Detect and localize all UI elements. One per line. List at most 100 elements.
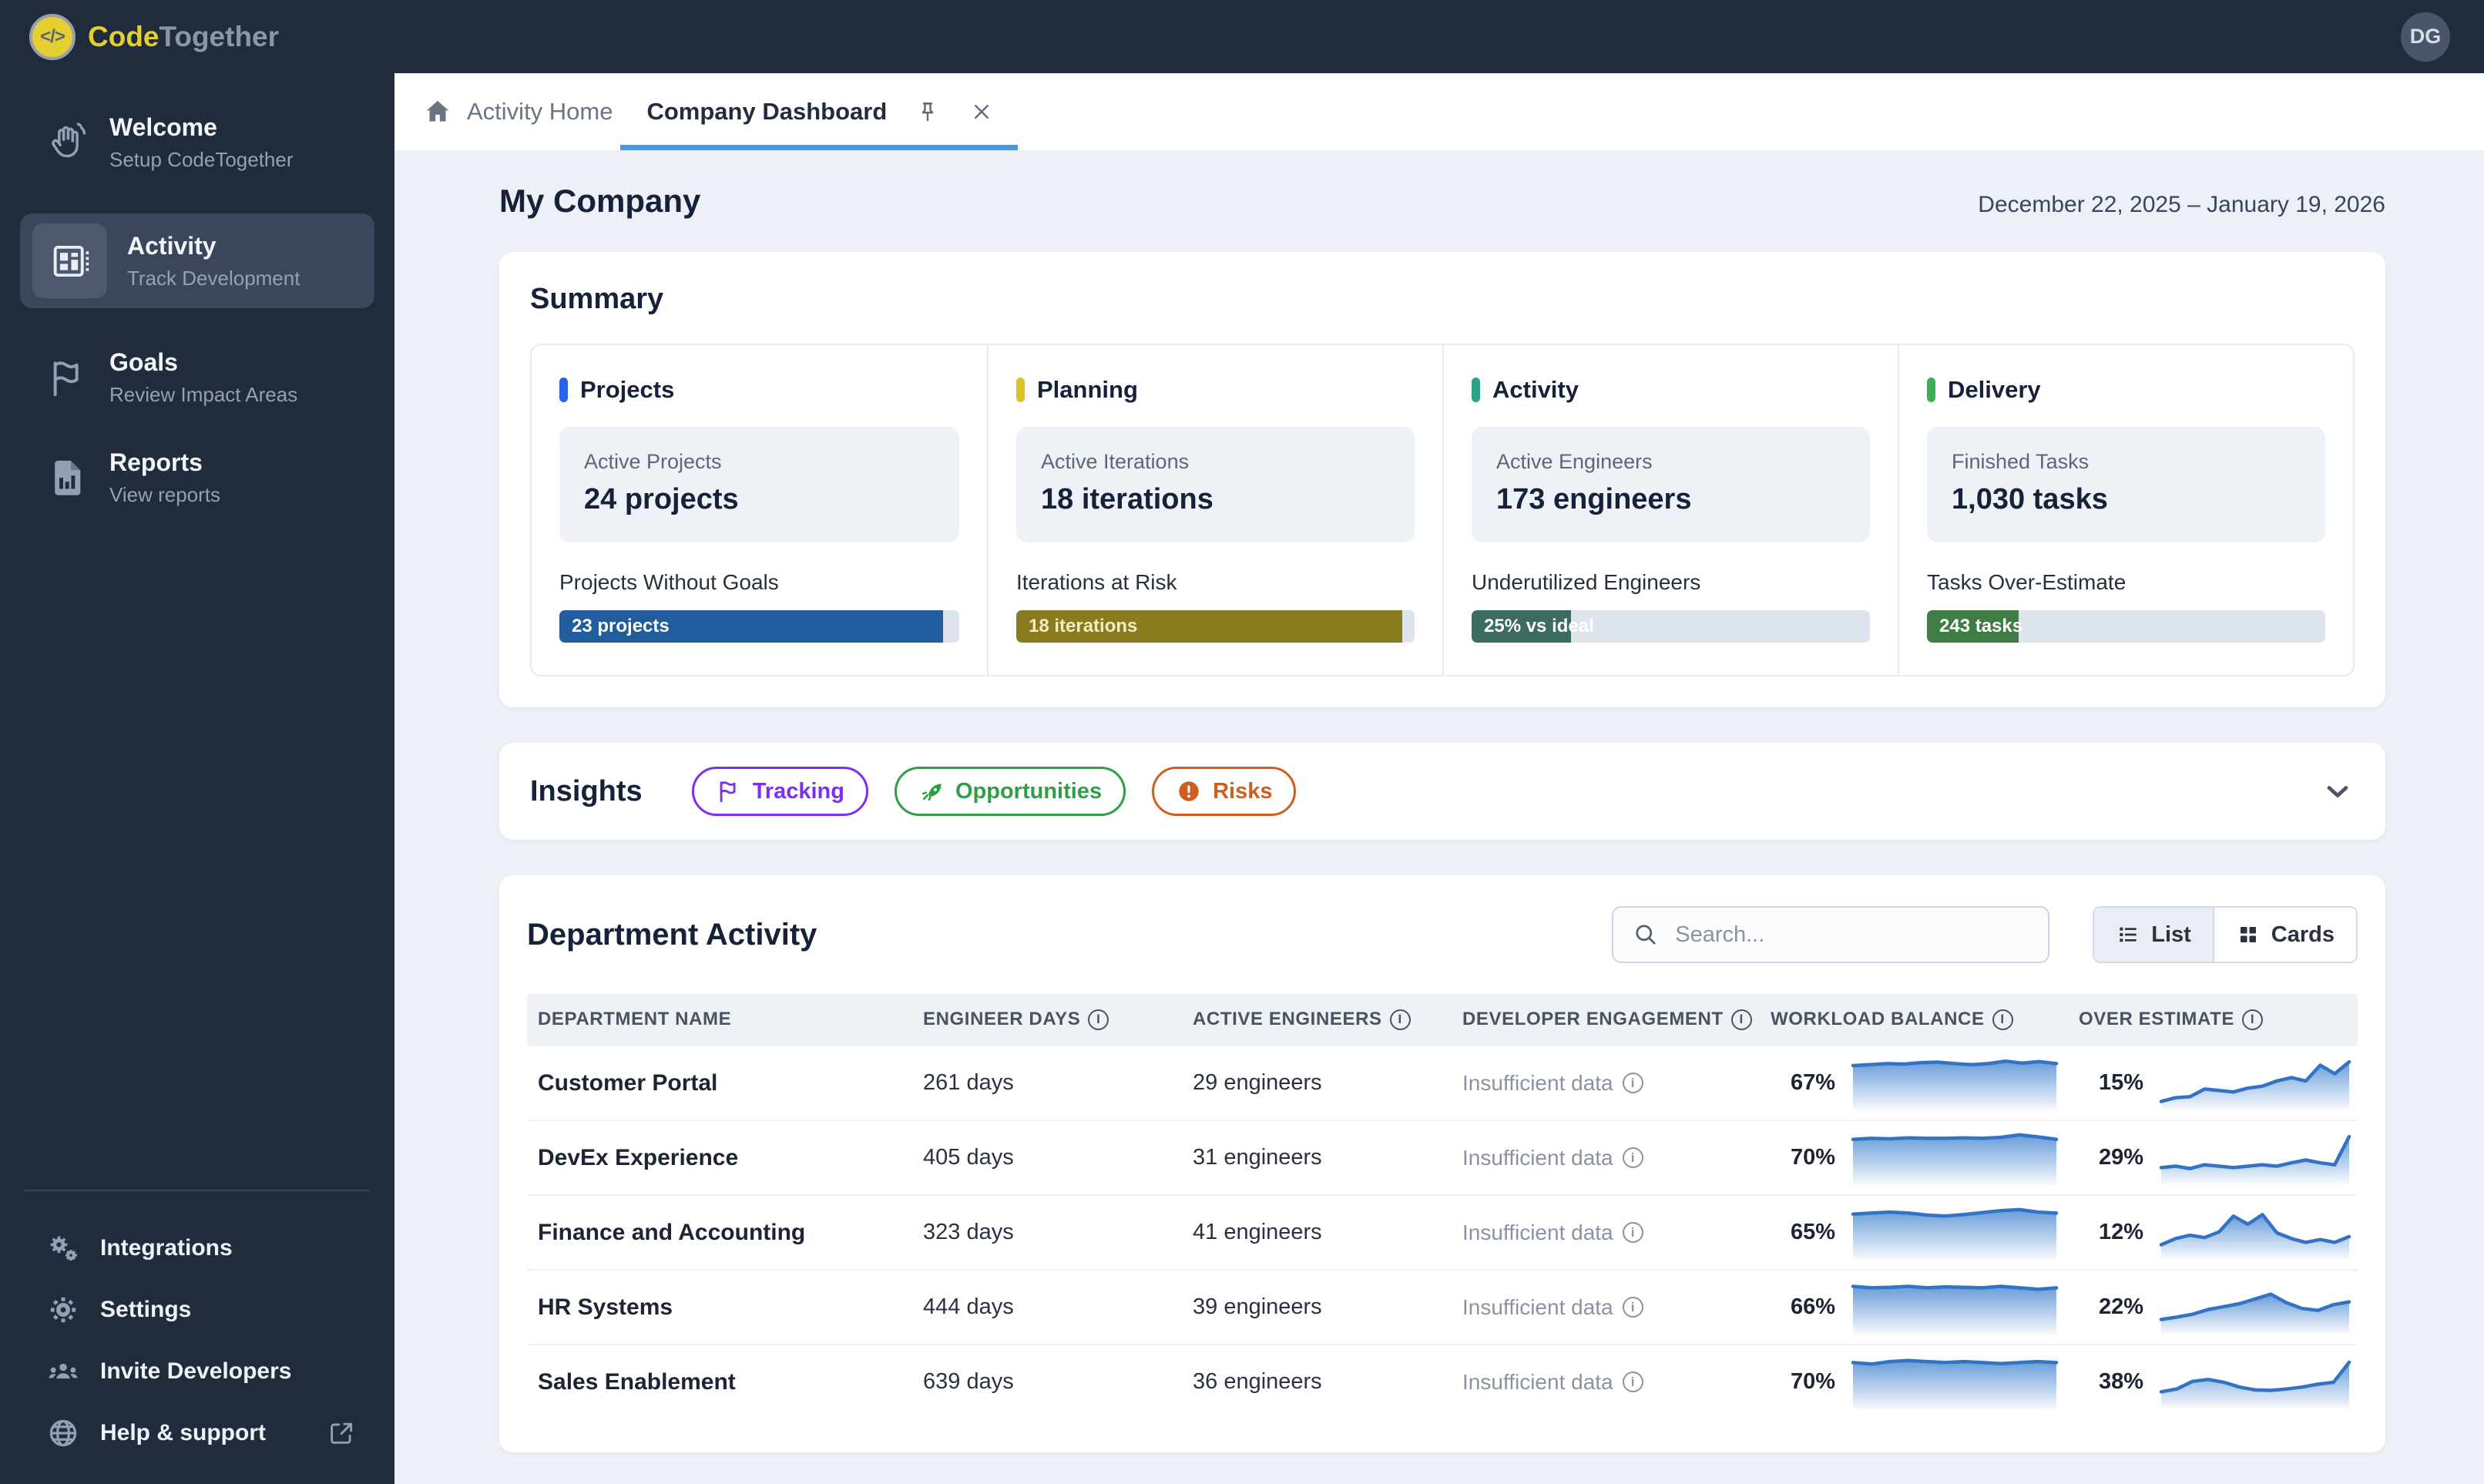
table-header: Department Name Engineer Days i Active En… xyxy=(527,994,2358,1045)
table-row[interactable]: DevEx Experience 405 days 31 engineers I… xyxy=(527,1120,2358,1194)
flag-icon xyxy=(53,361,79,397)
summary-col-activity: Activity Active Engineers 173 engineers … xyxy=(1442,345,1898,675)
gear-icon xyxy=(50,1297,76,1323)
sidebar-item-goals[interactable]: Goals Review Impact Areas xyxy=(20,348,374,407)
workload-percent: 67% xyxy=(1790,1070,1835,1095)
sidebar-item-integrations[interactable]: Integrations xyxy=(20,1217,374,1279)
sidebar-footer-label: Integrations xyxy=(100,1235,233,1261)
workload-balance: 70% xyxy=(1771,1355,2079,1409)
workload-percent: 66% xyxy=(1790,1294,1835,1319)
stat-label: Active Projects xyxy=(584,450,722,473)
sidebar-item-label: Goals xyxy=(109,348,178,376)
bar-title: Underutilized Engineers xyxy=(1472,570,1701,594)
risks-label: Risks xyxy=(1213,778,1273,804)
bar-label: 18 iterations xyxy=(1029,616,1138,636)
sidebar-item-welcome[interactable]: Welcome Setup CodeTogether xyxy=(20,113,374,172)
main-area: Activity Home Company Dashboard My Compa… xyxy=(394,73,2484,1484)
active-tab-indicator xyxy=(620,145,1019,150)
info-icon[interactable]: i xyxy=(1622,1147,1643,1168)
tracking-button[interactable]: Tracking xyxy=(691,767,868,816)
tracking-label: Tracking xyxy=(752,778,844,804)
tab-company-dashboard[interactable]: Company Dashboard xyxy=(613,73,1025,150)
sidebar-item-sub: View reports xyxy=(109,483,221,506)
col-workload-balance: Workload Balance i xyxy=(1771,1009,2079,1030)
stat-value: 24 projects xyxy=(584,483,739,515)
info-icon[interactable]: i xyxy=(1622,1222,1643,1243)
col-developer-engagement: Developer Engagement i xyxy=(1462,1009,1771,1030)
developer-engagement: Insufficient data i xyxy=(1462,1071,1771,1096)
pin-icon[interactable] xyxy=(915,99,941,125)
bar-label: 243 tasks xyxy=(1939,616,2023,636)
info-icon[interactable]: i xyxy=(2242,1009,2264,1030)
developer-engagement: Insufficient data i xyxy=(1462,1370,1771,1395)
sidebar-item-label: Reports xyxy=(109,448,203,476)
user-avatar[interactable]: DG xyxy=(2401,12,2450,62)
alert-icon xyxy=(1179,781,1199,801)
sidebar-item-sub: Review Impact Areas xyxy=(109,383,298,406)
summary-card: Summary Projects Active Projects 24 proj… xyxy=(499,252,2385,707)
list-icon xyxy=(2120,927,2137,942)
department-activity-card: Department Activity List xyxy=(499,875,2385,1452)
sidebar: Welcome Setup CodeTogether Activity Trac… xyxy=(0,73,394,1484)
cards-label: Cards xyxy=(2271,922,2335,947)
search-icon xyxy=(1636,925,1656,945)
progress-bar: 25% vs ideal xyxy=(1472,610,1870,643)
opportunities-button[interactable]: Opportunities xyxy=(894,767,1126,816)
list-view-button[interactable]: List xyxy=(2094,908,2213,962)
date-range: December 22, 2025 – January 19, 2026 xyxy=(1978,192,2385,217)
info-icon[interactable]: i xyxy=(1992,1009,2013,1030)
active-engineers: 36 engineers xyxy=(1193,1369,1322,1394)
search-input[interactable] xyxy=(1675,922,2030,948)
dashboard-content: My Company December 22, 2025 – January 1… xyxy=(394,150,2484,1484)
workload-sparkline xyxy=(1851,1206,2059,1260)
sidebar-item-sub: Setup CodeTogether xyxy=(109,148,294,171)
over-estimate-percent: 15% xyxy=(2098,1070,2143,1095)
workload-percent: 70% xyxy=(1790,1145,1835,1170)
engineer-days: 405 days xyxy=(923,1145,1014,1170)
chevron-down-icon[interactable] xyxy=(2321,774,2355,808)
stat-value: 18 iterations xyxy=(1041,483,1213,515)
col-department-name: Department Name xyxy=(538,1009,732,1029)
sidebar-item-help-support[interactable]: Help & support xyxy=(20,1402,374,1464)
sidebar-item-reports[interactable]: Reports View reports xyxy=(20,448,374,507)
table-row[interactable]: HR Systems 444 days 39 engineers Insuffi… xyxy=(527,1269,2358,1344)
summary-grid: Projects Active Projects 24 projects Pro… xyxy=(530,344,2355,677)
close-tab-icon[interactable] xyxy=(968,99,995,125)
engineer-days: 261 days xyxy=(923,1070,1014,1095)
stat-box: Active Projects 24 projects xyxy=(559,427,959,542)
waving-hand-icon xyxy=(52,123,86,158)
engineer-days: 323 days xyxy=(923,1220,1014,1244)
active-engineers: 39 engineers xyxy=(1193,1294,1322,1319)
table-row[interactable]: Sales Enablement 639 days 36 engineers I… xyxy=(527,1344,2358,1419)
department-name: DevEx Experience xyxy=(538,1144,739,1170)
sidebar-footer-label: Help & support xyxy=(100,1420,266,1445)
info-icon[interactable]: i xyxy=(1622,1297,1643,1318)
table-row[interactable]: Customer Portal 261 days 29 engineers In… xyxy=(527,1045,2358,1120)
over-estimate-percent: 22% xyxy=(2098,1294,2143,1319)
table-row[interactable]: Finance and Accounting 323 days 41 engin… xyxy=(527,1194,2358,1269)
active-engineers: 41 engineers xyxy=(1193,1220,1322,1244)
tab-activity-home[interactable]: Activity Home xyxy=(422,96,613,127)
risks-button[interactable]: Risks xyxy=(1152,767,1297,816)
workload-percent: 65% xyxy=(1790,1220,1835,1244)
info-icon[interactable]: i xyxy=(1622,1073,1643,1093)
insights-card: Insights Tracking Opportunities Risks xyxy=(499,743,2385,840)
sidebar-footer-label: Settings xyxy=(100,1297,192,1322)
search-box[interactable] xyxy=(1612,906,2050,963)
info-icon[interactable]: i xyxy=(1730,1009,1752,1030)
sidebar-item-activity[interactable]: Activity Track Development xyxy=(20,213,374,308)
cards-view-button[interactable]: Cards xyxy=(2212,908,2356,962)
brand-logo: </> CodeTogether xyxy=(29,13,279,60)
info-icon[interactable]: i xyxy=(1622,1372,1643,1392)
info-icon[interactable]: i xyxy=(1389,1009,1411,1030)
progress-bar: 243 tasks xyxy=(1927,610,2325,643)
developer-engagement: Insufficient data i xyxy=(1462,1295,1771,1320)
over-estimate: 15% xyxy=(2079,1057,2368,1110)
sidebar-item-settings[interactable]: Settings xyxy=(20,1279,374,1341)
stat-label: Finished Tasks xyxy=(1952,450,2090,473)
sidebar-item-invite-developers[interactable]: Invite Developers xyxy=(20,1341,374,1402)
info-icon[interactable]: i xyxy=(1088,1009,1109,1030)
bar-title: Iterations at Risk xyxy=(1016,570,1177,594)
department-name: Sales Enablement xyxy=(538,1368,736,1395)
col-engineer-days: Engineer Days i xyxy=(923,1009,1193,1030)
